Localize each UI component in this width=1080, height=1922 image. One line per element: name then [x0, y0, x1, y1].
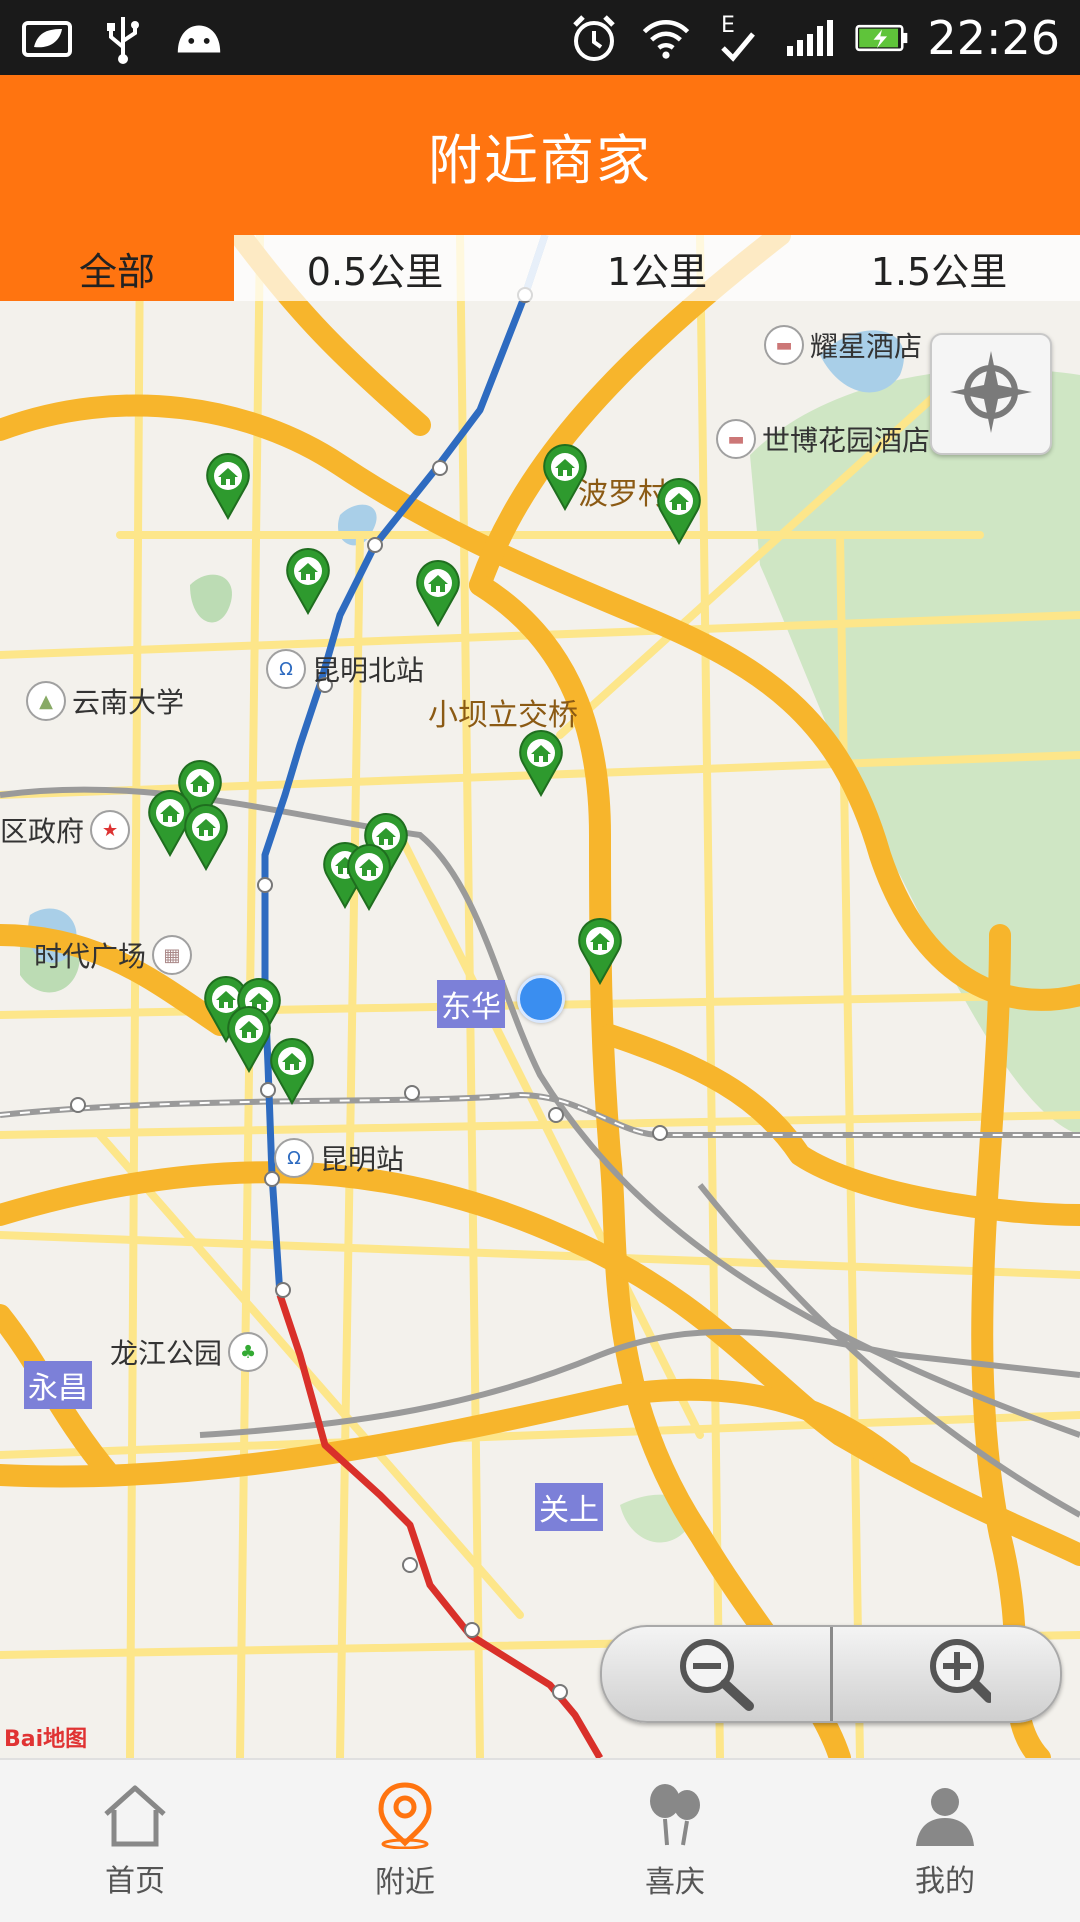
poi-times-square[interactable]: 时代广场 ▦ [34, 935, 193, 975]
railway-station-icon: Ω [274, 1138, 314, 1178]
map-label-yongchang: 永昌 [24, 1361, 92, 1409]
map-label-guanshang: 关上 [535, 1483, 603, 1531]
shop-marker-icon[interactable] [225, 1003, 273, 1074]
nav-label: 首页 [105, 1864, 165, 1899]
filter-tab-label: 1公里 [606, 249, 708, 294]
filter-tab-0-5km[interactable]: 0.5公里 [234, 235, 516, 301]
filter-tab-1km[interactable]: 1公里 [516, 235, 798, 301]
district-gov-label: 区政府 [0, 815, 85, 848]
mall-icon: ▦ [152, 935, 193, 975]
nav-label: 附近 [375, 1865, 435, 1900]
hotel-icon: ▬ [716, 419, 756, 459]
signal-icon [783, 11, 837, 65]
wifi-icon [639, 11, 693, 65]
poi-label: 世博花园酒店 [762, 424, 931, 457]
network-type-text: E [721, 13, 735, 38]
poi-kunming-station[interactable]: Ω 昆明站 [274, 1138, 404, 1178]
zoom-out-icon [671, 1632, 761, 1716]
battery-charging-icon [855, 11, 909, 65]
status-bar: E 22:26 [0, 0, 1080, 75]
nav-nearby[interactable]: 附近 [270, 1760, 540, 1922]
leaf-notification-icon [20, 12, 74, 66]
bottom-nav: 首页 附近 喜庆 我的 [0, 1758, 1080, 1922]
nav-label: 我的 [915, 1864, 975, 1899]
metro-station-icon: Ω [266, 649, 306, 689]
poi-label: 耀星酒店 [810, 330, 923, 363]
filter-tab-all[interactable]: 全部 [0, 235, 234, 301]
filter-tab-label: 1.5公里 [870, 249, 1008, 294]
school-icon: ▲ [26, 681, 66, 721]
distance-filter-bar: 全部 0.5公里 1公里 1.5公里 [0, 235, 1080, 301]
nav-festive[interactable]: 喜庆 [540, 1760, 810, 1922]
shop-marker-icon[interactable] [182, 801, 230, 872]
star-icon: ★ [90, 810, 131, 850]
title-bar: 附近商家 [0, 75, 1080, 235]
alarm-icon [567, 11, 621, 65]
page-title: 附近商家 [428, 128, 652, 192]
poi-label: 云南大学 [72, 686, 185, 719]
poi-kunming-north-station[interactable]: Ω 昆明北站 [266, 649, 424, 689]
shop-marker-icon[interactable] [655, 475, 703, 546]
poi-label: 昆明站 [320, 1143, 405, 1176]
poi-label: 时代广场 [34, 940, 147, 973]
baidu-map-logo: Bai地图 [4, 1727, 88, 1752]
filter-tab-label: 全部 [78, 249, 155, 294]
locate-compass-icon [946, 347, 1036, 441]
shop-marker-icon[interactable] [414, 557, 462, 628]
poi-longjiang-park[interactable]: 龙江公园 ♣ [110, 1332, 269, 1372]
poi-yaoxing-hotel[interactable]: ▬ 耀星酒店 [764, 325, 922, 365]
zoom-control [600, 1625, 1062, 1723]
zoom-in-button[interactable] [833, 1627, 1061, 1721]
shop-marker-icon[interactable] [541, 441, 589, 512]
shop-marker-icon[interactable] [204, 450, 252, 521]
home-icon [100, 1782, 170, 1852]
map-label-donghua: 东华 [437, 980, 505, 1028]
shop-marker-icon[interactable] [268, 1035, 316, 1106]
location-pin-icon [375, 1781, 435, 1853]
shop-marker-icon[interactable] [345, 841, 393, 912]
zoom-out-button[interactable] [602, 1627, 830, 1721]
status-clock: 22:26 [927, 11, 1060, 65]
usb-icon [96, 12, 150, 66]
poi-district-government[interactable]: 区政府 ★ [0, 810, 131, 850]
map-view[interactable]: 波罗村 小坝立交桥 东华 关上 永昌 区政府 ★ ▬ 耀星酒店 ▬ 世博花园酒店… [0, 235, 1080, 1758]
filter-tab-1-5km[interactable]: 1.5公里 [798, 235, 1080, 301]
android-icon [172, 12, 226, 66]
hotel-icon: ▬ [764, 325, 804, 365]
poi-label: 龙江公园 [110, 1337, 223, 1370]
shop-marker-icon[interactable] [517, 727, 565, 798]
edge-network-icon: E [711, 11, 765, 65]
user-location-dot [517, 975, 565, 1023]
nav-label: 喜庆 [645, 1865, 705, 1900]
nav-home[interactable]: 首页 [0, 1760, 270, 1922]
shop-marker-icon[interactable] [284, 545, 332, 616]
poi-yunnan-university[interactable]: ▲ 云南大学 [26, 681, 184, 721]
poi-shibo-hotel[interactable]: ▬ 世博花园酒店 [716, 419, 930, 459]
poi-label: 昆明北站 [312, 654, 425, 687]
user-icon [912, 1782, 978, 1852]
filter-tab-label: 0.5公里 [306, 249, 444, 294]
balloons-icon [645, 1781, 705, 1853]
park-icon: ♣ [228, 1332, 269, 1372]
zoom-in-icon [901, 1632, 995, 1716]
nav-mine[interactable]: 我的 [810, 1760, 1080, 1922]
locate-button[interactable] [930, 333, 1052, 455]
shop-marker-icon[interactable] [576, 915, 624, 986]
